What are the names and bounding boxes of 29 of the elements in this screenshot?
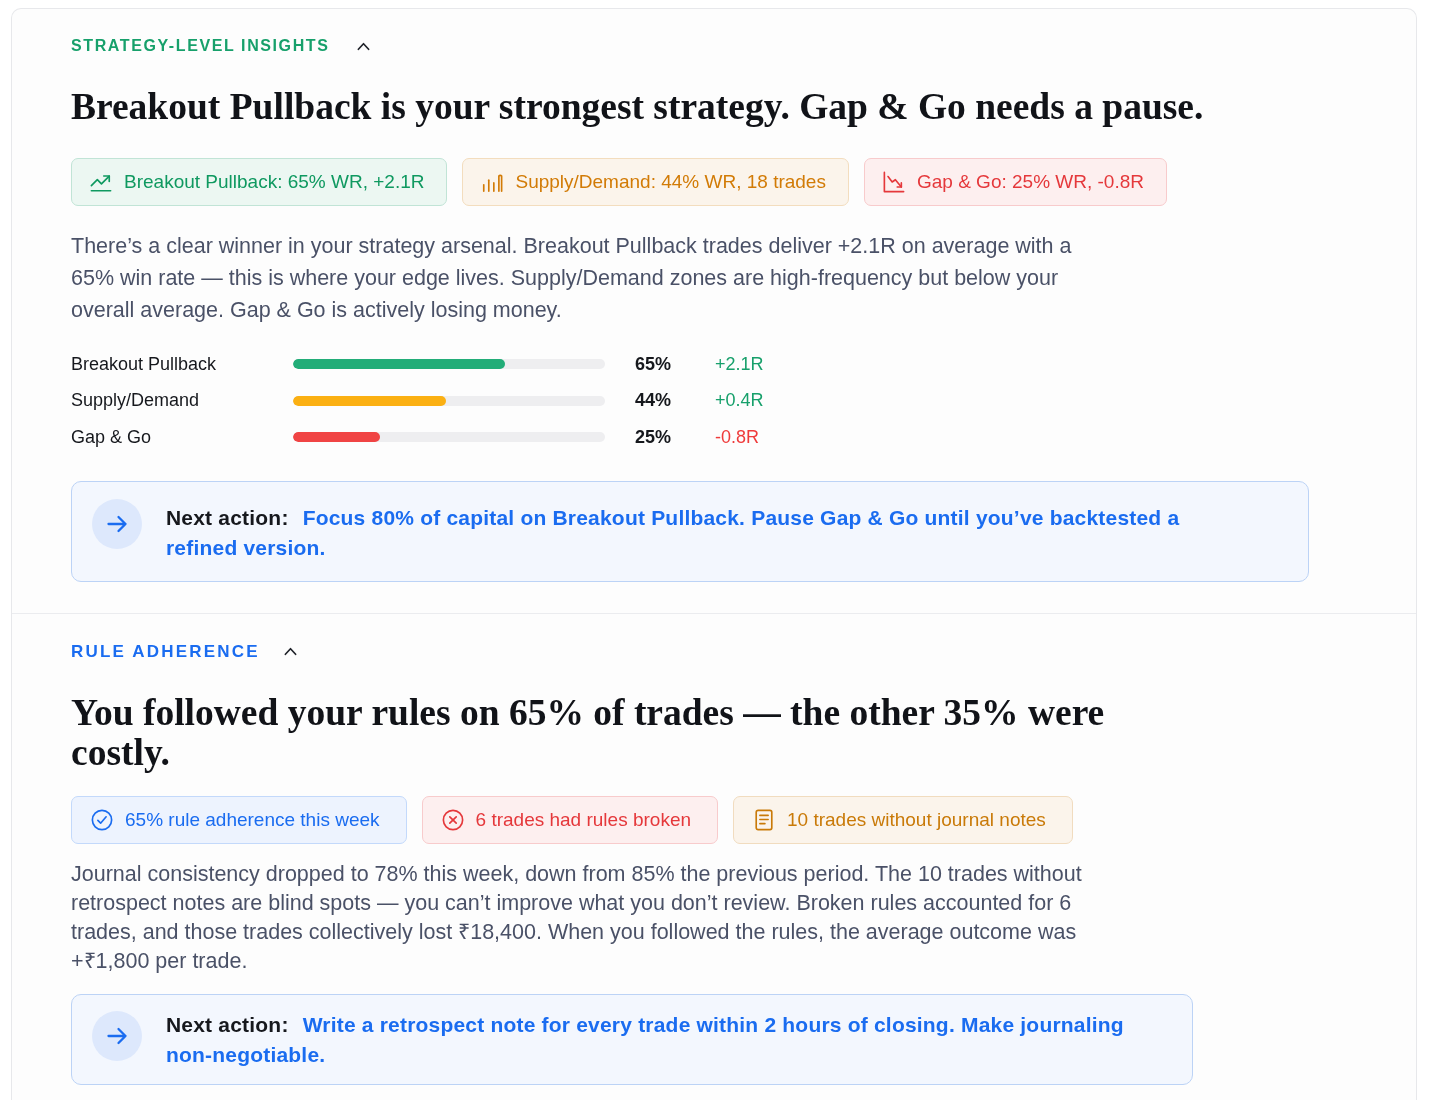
summary-text: Journal consistency dropped to 78% this week, down from 85% the previous period. The 10 trades without retrospect notes are blind spots — you can’t improve what you don’t review. Broken rules accounted for 6 trades, and those trades collectively lost ₹18,400. When you followed the rules, the average outcome was +₹1,800 per trade. <box>71 860 1083 975</box>
next-action-text: Next action: Write a retrospect note for every trade within 2 hours of closing. Make journaling non-negotiable. <box>166 1011 1125 1068</box>
badge-text: 10 trades without journal notes <box>787 808 1046 831</box>
document-icon <box>753 808 775 831</box>
check-circle-icon <box>91 808 113 831</box>
section-heading: Breakout Pullback is your strongest strategy. Gap & Go needs a pause. <box>71 87 1205 127</box>
badge-text: Supply/Demand: 44% WR, 18 trades <box>515 171 826 193</box>
strategy-name: Breakout Pullback <box>71 353 218 375</box>
r-multiple: +2.1R <box>715 353 765 375</box>
win-rate: 65% <box>635 353 673 375</box>
badge-text: 6 trades had rules broken <box>475 808 691 831</box>
falling-chart-icon <box>882 171 905 193</box>
win-rate: 25% <box>635 426 673 448</box>
arrow-right-icon <box>92 1010 142 1061</box>
section-heading: You followed your rules on 65% of trades — the other 35% were costly. <box>71 692 1106 773</box>
next-action-text: Next action: Focus 80% of capital on Breakout Pullback. Pause Gap & Go until you’ve backtested a refined version. <box>166 504 1181 561</box>
win-rate: 44% <box>635 390 673 412</box>
strategy-name: Gap & Go <box>71 426 153 448</box>
section-toggle[interactable]: STRATEGY-LEVEL INSIGHTS <box>71 36 371 56</box>
section-toggle[interactable]: RULE ADHERENCE <box>71 641 297 662</box>
cross-circle-icon <box>441 808 464 831</box>
r-multiple: -0.8R <box>715 426 760 448</box>
arrow-right-icon <box>92 498 142 549</box>
summary-text: There’s a clear winner in your strategy arsenal. Breakout Pullback trades deliver +2.1R on average with a 65% win rate — this is where your edge lives. Supply/Demand zones are high-frequency but below your overall average. Gap & Go is actively losing money. <box>71 233 1073 324</box>
badge-text: Breakout Pullback: 65% WR, +2.1R <box>124 171 425 193</box>
strategy-name: Supply/Demand <box>71 390 201 412</box>
badge-text: 65% rule adherence this week <box>125 808 380 831</box>
badge-text: Gap & Go: 25% WR, -0.8R <box>916 171 1144 193</box>
r-multiple: +0.4R <box>715 390 765 412</box>
